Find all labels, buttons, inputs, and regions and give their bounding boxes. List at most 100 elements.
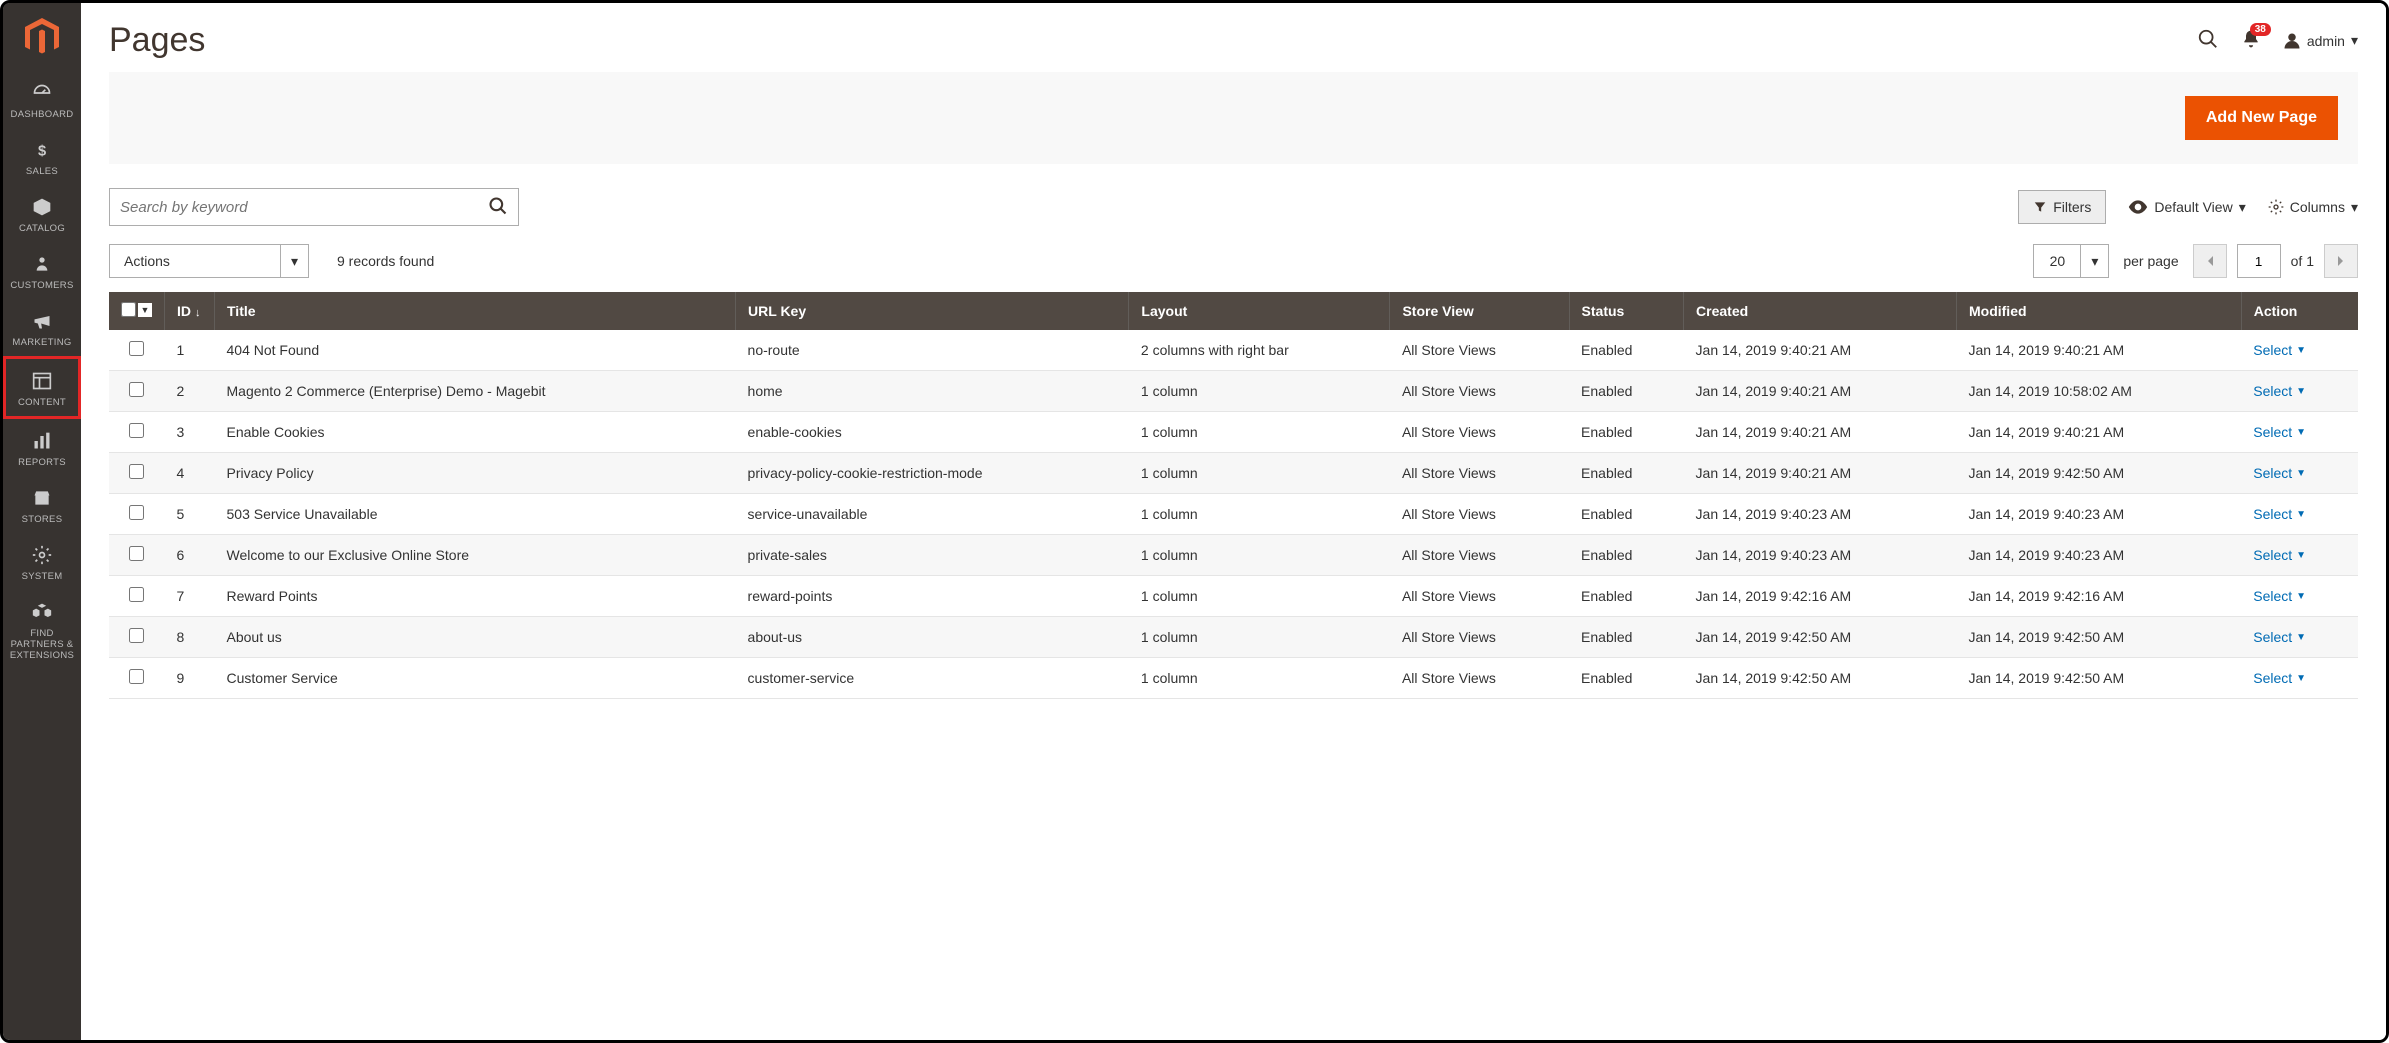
default-view-control[interactable]: Default View ▾: [2128, 199, 2245, 216]
cell-created: Jan 14, 2019 9:40:21 AM: [1684, 412, 1957, 453]
row-checkbox-cell: [109, 658, 165, 699]
actions-label: Actions: [110, 253, 280, 269]
chevron-down-icon: ▾: [2351, 32, 2358, 49]
col-layout[interactable]: Layout: [1129, 292, 1390, 330]
row-checkbox[interactable]: [129, 505, 144, 520]
user-menu[interactable]: admin ▾: [2283, 32, 2358, 50]
records-found-label: 9 records found: [337, 253, 434, 269]
actions-dropdown[interactable]: Actions ▾: [109, 244, 309, 278]
row-checkbox[interactable]: [129, 341, 144, 356]
cell-id: 8: [165, 617, 215, 658]
col-id[interactable]: ID↓: [165, 292, 215, 330]
topbar: Pages 38 admin ▾: [109, 3, 2358, 72]
pages-table: ▼ ID↓ Title URL Key Layout Store View St…: [109, 292, 2358, 699]
row-select-action[interactable]: Select ▼: [2253, 342, 2306, 358]
page-input[interactable]: [2237, 244, 2281, 278]
filters-button[interactable]: Filters: [2018, 190, 2106, 224]
sidebar-item-find-partners-extensions[interactable]: FIND PARTNERS & EXTENSIONS: [3, 590, 81, 669]
select-all-dropdown[interactable]: ▼: [138, 303, 152, 317]
table-row: 5503 Service Unavailableservice-unavaila…: [109, 494, 2358, 535]
search-icon[interactable]: [2197, 28, 2219, 53]
row-select-action[interactable]: Select ▼: [2253, 383, 2306, 399]
row-checkbox[interactable]: [129, 464, 144, 479]
per-page-toggle[interactable]: ▾: [2080, 245, 2108, 277]
cell-layout: 1 column: [1129, 494, 1390, 535]
cell-layout: 2 columns with right bar: [1129, 330, 1390, 371]
search-input[interactable]: [120, 199, 488, 216]
next-page-button[interactable]: [2324, 244, 2358, 278]
cell-store-view: All Store Views: [1390, 658, 1569, 699]
row-select-action[interactable]: Select ▼: [2253, 506, 2306, 522]
col-modified[interactable]: Modified: [1956, 292, 2241, 330]
sidebar-item-label: DASHBOARD: [11, 109, 74, 120]
row-checkbox-cell: [109, 412, 165, 453]
cell-layout: 1 column: [1129, 658, 1390, 699]
sidebar-item-stores[interactable]: STORES: [3, 476, 81, 533]
row-select-action[interactable]: Select ▼: [2253, 670, 2306, 686]
actionbar: Add New Page: [109, 72, 2358, 164]
row-select-action[interactable]: Select ▼: [2253, 547, 2306, 563]
prev-page-button[interactable]: [2193, 244, 2227, 278]
cell-title: Welcome to our Exclusive Online Store: [215, 535, 736, 576]
search-submit-icon[interactable]: [488, 196, 508, 219]
cell-modified: Jan 14, 2019 10:58:02 AM: [1956, 371, 2241, 412]
select-all-checkbox[interactable]: [121, 302, 136, 317]
col-status[interactable]: Status: [1569, 292, 1684, 330]
page-title: Pages: [109, 21, 205, 60]
sidebar-item-reports[interactable]: REPORTS: [3, 419, 81, 476]
col-url-key[interactable]: URL Key: [736, 292, 1129, 330]
cell-action: Select ▼: [2241, 576, 2358, 617]
username-label: admin: [2307, 33, 2345, 49]
sidebar-item-sales[interactable]: $SALES: [3, 128, 81, 185]
columns-control[interactable]: Columns ▾: [2268, 199, 2358, 216]
cell-store-view: All Store Views: [1390, 371, 1569, 412]
cell-status: Enabled: [1569, 330, 1684, 371]
notifications-button[interactable]: 38: [2241, 29, 2261, 52]
row-select-action[interactable]: Select ▼: [2253, 424, 2306, 440]
per-page-select[interactable]: 20 ▾: [2033, 244, 2109, 278]
col-title[interactable]: Title: [215, 292, 736, 330]
cell-url-key: reward-points: [736, 576, 1129, 617]
row-checkbox[interactable]: [129, 628, 144, 643]
topbar-right: 38 admin ▾: [2197, 28, 2358, 53]
row-checkbox[interactable]: [129, 423, 144, 438]
row-select-action[interactable]: Select ▼: [2253, 588, 2306, 604]
cell-title: Magento 2 Commerce (Enterprise) Demo - M…: [215, 371, 736, 412]
cell-store-view: All Store Views: [1390, 494, 1569, 535]
magento-logo[interactable]: [3, 3, 81, 71]
actions-dropdown-toggle[interactable]: ▾: [280, 245, 308, 277]
cell-title: 404 Not Found: [215, 330, 736, 371]
cell-created: Jan 14, 2019 9:42:50 AM: [1684, 658, 1957, 699]
cell-store-view: All Store Views: [1390, 617, 1569, 658]
row-checkbox[interactable]: [129, 546, 144, 561]
cell-url-key: about-us: [736, 617, 1129, 658]
cell-url-key: service-unavailable: [736, 494, 1129, 535]
table-row: 9Customer Servicecustomer-service1 colum…: [109, 658, 2358, 699]
col-created[interactable]: Created: [1684, 292, 1957, 330]
sidebar-item-customers[interactable]: CUSTOMERS: [3, 242, 81, 299]
chevron-down-icon: ▼: [2296, 673, 2306, 684]
columns-label: Columns: [2290, 199, 2345, 215]
sidebar-item-marketing[interactable]: MARKETING: [3, 299, 81, 356]
cell-store-view: All Store Views: [1390, 535, 1569, 576]
eye-icon: [2128, 200, 2148, 214]
chevron-right-icon: [2337, 255, 2345, 267]
sidebar-item-catalog[interactable]: CATALOG: [3, 185, 81, 242]
col-store-view[interactable]: Store View: [1390, 292, 1569, 330]
row-select-action[interactable]: Select ▼: [2253, 465, 2306, 481]
cell-action: Select ▼: [2241, 494, 2358, 535]
sidebar-item-content[interactable]: CONTENT: [3, 356, 81, 419]
row-checkbox[interactable]: [129, 382, 144, 397]
cell-id: 1: [165, 330, 215, 371]
svg-text:$: $: [38, 143, 46, 159]
sidebar-item-dashboard[interactable]: DASHBOARD: [3, 71, 81, 128]
sidebar-item-system[interactable]: SYSTEM: [3, 533, 81, 590]
row-select-action[interactable]: Select ▼: [2253, 629, 2306, 645]
dollar-icon: $: [28, 138, 56, 162]
row-checkbox[interactable]: [129, 669, 144, 684]
add-new-page-button[interactable]: Add New Page: [2185, 96, 2338, 140]
cubes-icon: [28, 600, 56, 624]
cell-modified: Jan 14, 2019 9:40:23 AM: [1956, 535, 2241, 576]
toolbar-row-2: Actions ▾ 9 records found 20 ▾ per page …: [109, 244, 2358, 278]
row-checkbox[interactable]: [129, 587, 144, 602]
